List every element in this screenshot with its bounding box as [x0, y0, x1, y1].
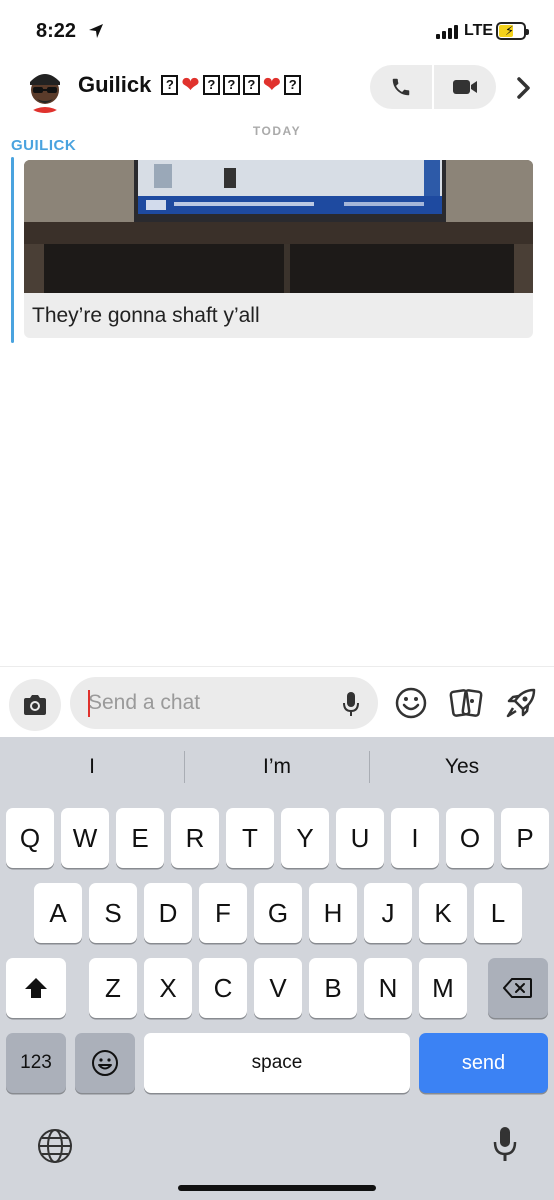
- heart-icon: ❤: [181, 72, 200, 97]
- avatar[interactable]: [20, 63, 70, 113]
- battery-icon: ⚡: [496, 22, 529, 40]
- key-w[interactable]: W: [61, 808, 109, 868]
- chevron-right-icon[interactable]: [510, 74, 538, 102]
- suggestion-item[interactable]: I: [0, 737, 184, 797]
- status-bar: 8:22 LTE ⚡: [0, 0, 554, 60]
- smiley-icon: [395, 687, 427, 719]
- chat-input[interactable]: [88, 677, 328, 729]
- rocket-icon: [506, 688, 536, 718]
- chat-input-container: [70, 677, 378, 729]
- chat-input-bar: [0, 666, 554, 737]
- network-label: LTE: [464, 22, 494, 39]
- video-camera-icon: [453, 80, 477, 94]
- send-key[interactable]: send: [419, 1033, 548, 1093]
- microphone-icon[interactable]: [340, 690, 362, 718]
- key-d[interactable]: D: [144, 883, 192, 943]
- key-l[interactable]: L: [474, 883, 522, 943]
- key-m[interactable]: M: [419, 958, 467, 1018]
- key-q[interactable]: Q: [6, 808, 54, 868]
- key-j[interactable]: J: [364, 883, 412, 943]
- location-arrow-icon: [89, 24, 103, 38]
- key-y[interactable]: Y: [281, 808, 329, 868]
- emoji-icon: [92, 1050, 118, 1076]
- globe-icon[interactable]: [36, 1127, 74, 1165]
- cards-icon: [449, 689, 483, 717]
- keyboard: I I’m Yes Q W E R T Y U I O P A S D F G …: [0, 737, 554, 1200]
- key-o[interactable]: O: [446, 808, 494, 868]
- key-n[interactable]: N: [364, 958, 412, 1018]
- suggestion-bar: I I’m Yes: [0, 737, 554, 797]
- name-symbol-box: ?: [222, 75, 240, 95]
- key-p[interactable]: P: [501, 808, 549, 868]
- dictation-microphone-icon[interactable]: [492, 1125, 518, 1165]
- suggestion-item[interactable]: I’m: [185, 737, 369, 797]
- status-time: 8:22: [36, 20, 77, 42]
- heart-icon: ❤: [262, 72, 282, 97]
- day-divider: TODAY: [252, 124, 302, 138]
- name-symbol-box: ?: [161, 75, 179, 95]
- cards-button[interactable]: [446, 683, 486, 723]
- contact-name-text: Guilick: [78, 72, 152, 97]
- key-c[interactable]: C: [199, 958, 247, 1018]
- key-r[interactable]: R: [171, 808, 219, 868]
- key-k[interactable]: K: [419, 883, 467, 943]
- key-g[interactable]: G: [254, 883, 302, 943]
- media-message[interactable]: They’re gonna shaft y’all: [24, 160, 533, 338]
- message-photo[interactable]: [24, 160, 533, 293]
- emoji-key[interactable]: [75, 1033, 135, 1093]
- key-h[interactable]: H: [309, 883, 357, 943]
- signal-strength-icon: [436, 25, 458, 39]
- sender-label: GUILICK: [11, 137, 77, 154]
- message-accent-bar: [11, 157, 14, 343]
- shift-arrow-icon: [25, 978, 47, 998]
- space-key[interactable]: space: [144, 1033, 410, 1093]
- key-e[interactable]: E: [116, 808, 164, 868]
- phone-icon: [392, 78, 410, 96]
- suggestion-item[interactable]: Yes: [370, 737, 554, 797]
- key-v[interactable]: V: [254, 958, 302, 1018]
- name-symbol-box: ?: [284, 75, 302, 95]
- home-indicator[interactable]: [178, 1185, 376, 1191]
- message-caption: They’re gonna shaft y’all: [32, 304, 260, 327]
- text-cursor: [88, 690, 90, 717]
- numbers-key[interactable]: 123: [6, 1033, 66, 1093]
- key-x[interactable]: X: [144, 958, 192, 1018]
- backspace-key[interactable]: [488, 958, 548, 1018]
- video-call-button[interactable]: [434, 65, 496, 109]
- key-a[interactable]: A: [34, 883, 82, 943]
- key-s[interactable]: S: [89, 883, 137, 943]
- chat-header: Guilick ? ❤ ? ? ? ❤ ?: [0, 60, 554, 118]
- name-symbol-box: ?: [202, 75, 220, 95]
- key-b[interactable]: B: [309, 958, 357, 1018]
- contact-name[interactable]: Guilick ? ❤ ? ? ? ❤ ?: [78, 72, 302, 98]
- call-buttons: [370, 65, 496, 109]
- voice-call-button[interactable]: [370, 65, 432, 109]
- sticker-button[interactable]: [391, 683, 431, 723]
- rocket-button[interactable]: [501, 683, 541, 723]
- backspace-icon: [503, 978, 532, 998]
- shift-key[interactable]: [6, 958, 66, 1018]
- name-symbol-box: ?: [242, 75, 260, 95]
- key-z[interactable]: Z: [89, 958, 137, 1018]
- key-f[interactable]: F: [199, 883, 247, 943]
- camera-button[interactable]: [9, 679, 61, 731]
- key-t[interactable]: T: [226, 808, 274, 868]
- camera-icon: [24, 695, 46, 715]
- key-i[interactable]: I: [391, 808, 439, 868]
- key-u[interactable]: U: [336, 808, 384, 868]
